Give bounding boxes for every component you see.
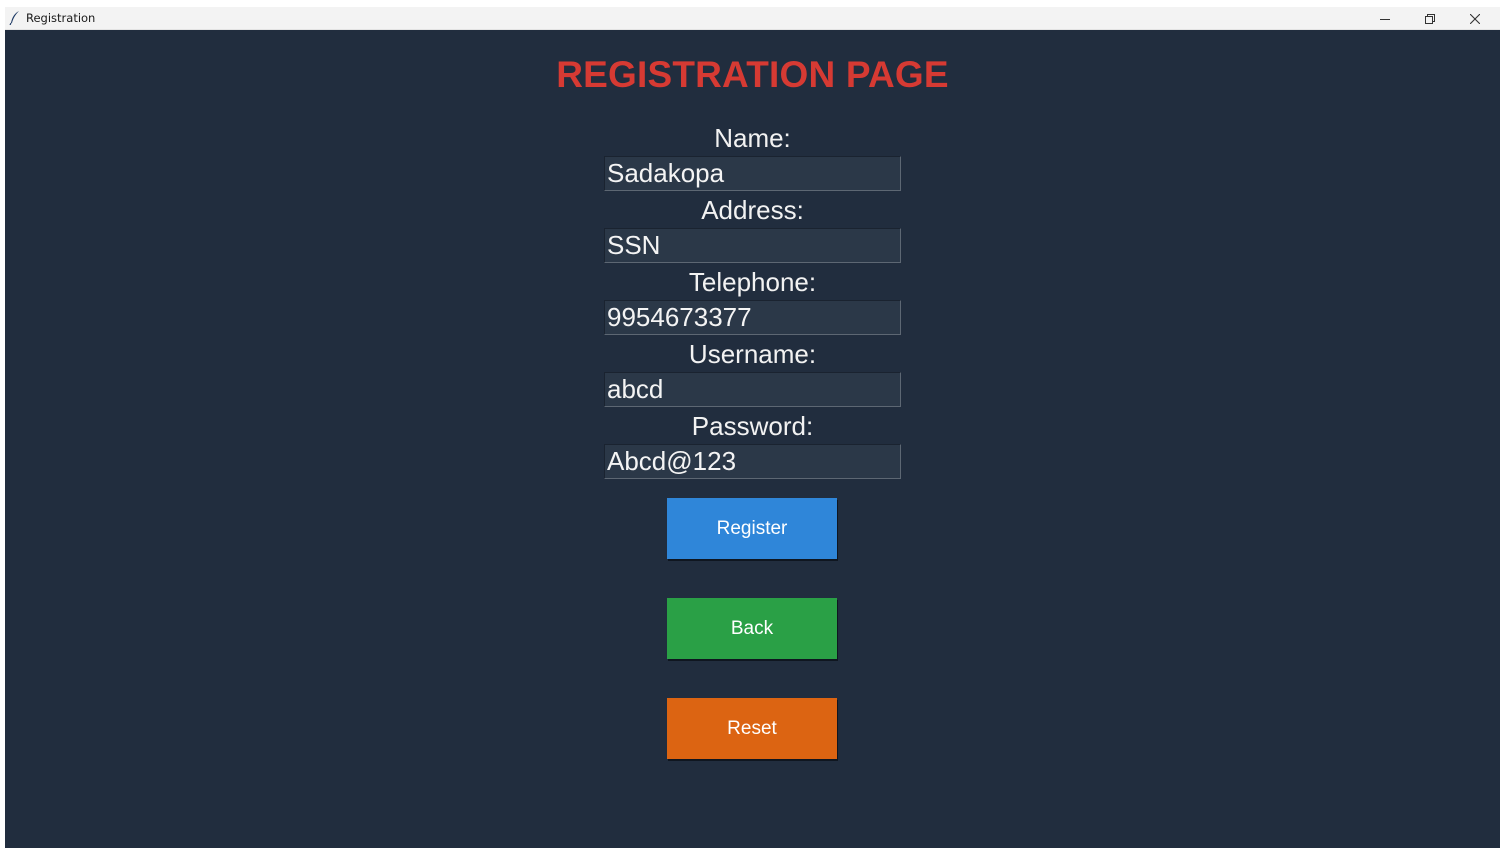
name-label: Name: [714,123,791,153]
restore-button[interactable] [1407,7,1453,30]
registration-window: Registration REGISTRATION PAGE Name: Sad… [5,7,1500,848]
minimize-button[interactable] [1362,7,1408,30]
minimize-icon [1380,14,1390,24]
telephone-field[interactable] [604,300,901,335]
restore-icon [1425,13,1435,24]
back-button[interactable]: Back [667,598,837,659]
address-label: Address: [701,195,804,225]
password-field[interactable] [604,444,901,479]
form-area: REGISTRATION PAGE Name: Address: Telepho… [5,30,1500,848]
close-button[interactable] [1452,7,1498,30]
name-field[interactable] [604,156,901,191]
register-button[interactable]: Register [667,498,837,559]
reset-button[interactable]: Reset [667,698,837,759]
password-label: Password: [691,411,814,441]
title-bar[interactable]: Registration [5,7,1500,30]
close-icon [1470,13,1480,24]
page-title: REGISTRATION PAGE [556,54,949,95]
telephone-label: Telephone: [688,267,817,297]
username-field[interactable] [604,372,901,407]
feather-icon [9,11,21,26]
username-label: Username: [688,339,817,369]
address-field[interactable] [604,228,901,263]
window-title: Registration [26,11,96,25]
